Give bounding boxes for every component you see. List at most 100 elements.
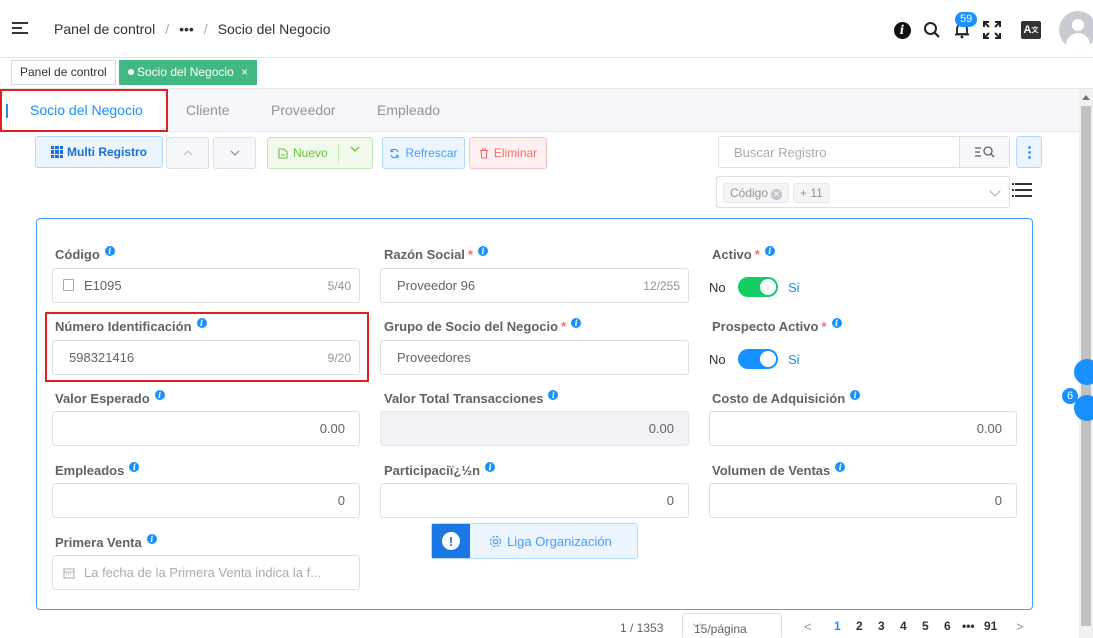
column-chip-more: + 11 (793, 183, 830, 203)
tab-cliente[interactable]: Cliente (186, 89, 230, 132)
grid-icon (51, 146, 63, 158)
costo-label: Costo de Adquisición i (712, 390, 861, 406)
primera-venta-field[interactable]: La fecha de la Primera Venta indica la f… (52, 555, 360, 590)
prospecto-off-label: No (709, 352, 726, 367)
codigo-field[interactable]: E1095 5/40 (52, 268, 360, 303)
refresh-icon (390, 148, 400, 158)
chip-close-icon[interactable]: ✕ (771, 189, 783, 200)
column-selector[interactable]: Código ✕ + 11 (716, 176, 1010, 208)
tag-panel-de-control[interactable]: Panel de control (11, 60, 116, 85)
page-1[interactable]: 1 (834, 619, 841, 633)
numero-identificacion-label: Número Identificación i (55, 318, 207, 334)
tag-socio-del-negocio[interactable]: Socio del Negocio × (119, 60, 258, 85)
empleados-label: Empleados i (55, 462, 140, 478)
scroll-up-icon[interactable] (1082, 95, 1090, 100)
info-icon: i (835, 462, 846, 472)
header-actions: i 59 A文 (883, 8, 1093, 52)
info-icon: i (104, 246, 115, 256)
pagination-total: 1 / 1353 (620, 621, 664, 635)
page-3[interactable]: 3 (878, 619, 885, 633)
empleados-field[interactable]: 0 (52, 483, 360, 518)
alert-icon: ! (432, 524, 470, 558)
document-icon (278, 147, 288, 159)
page-size-select[interactable]: 15/página (682, 613, 782, 638)
info-icon: i (850, 390, 861, 400)
char-count: 5/40 (327, 279, 351, 293)
notification-badge: 59 (955, 12, 978, 27)
razon-social-field[interactable]: Proveedor 96 12/255 (380, 268, 689, 303)
valor-esperado-field[interactable]: 0.00 (52, 411, 360, 446)
search-box (718, 136, 1010, 168)
top-header: Panel de control / ••• / Socio del Negoc… (0, 0, 1093, 58)
breadcrumb: Panel de control / ••• / Socio del Negoc… (54, 21, 331, 37)
tab-empleado[interactable]: Empleado (377, 89, 440, 132)
chevron-up-icon (183, 150, 192, 156)
numero-identificacion-field[interactable]: 598321416 9/20 (52, 340, 360, 375)
costo-field[interactable]: 0.00 (709, 411, 1017, 446)
info-icon: i (196, 318, 207, 328)
prospecto-toggle[interactable] (738, 349, 778, 369)
tab-socio-del-negocio[interactable]: Socio del Negocio (0, 89, 168, 132)
info-icon: i (831, 318, 842, 328)
search-input[interactable] (719, 137, 961, 167)
calendar-icon (63, 568, 75, 579)
refresh-button[interactable]: Refrescar (382, 137, 465, 169)
activo-toggle[interactable] (738, 277, 778, 297)
volumen-field[interactable]: 0 (709, 483, 1017, 518)
participacion-field[interactable]: 0 (380, 483, 689, 518)
delete-button[interactable]: Eliminar (469, 137, 547, 169)
info-icon: i (477, 246, 488, 256)
fullscreen-icon[interactable] (981, 19, 1003, 41)
previous-record-button[interactable] (166, 137, 209, 169)
breadcrumb-separator: / (203, 21, 208, 37)
pagination: 1 / 1353 15/página < 1 2 3 4 5 6 ••• 91 … (0, 613, 1079, 638)
info-icon[interactable]: i (891, 19, 913, 41)
breadcrumb-separator: / (165, 21, 170, 37)
prev-page-icon[interactable]: < (804, 619, 812, 634)
liga-organizacion-button[interactable]: ! Liga Organización (431, 523, 638, 559)
valor-total-label: Valor Total Transacciones i (384, 390, 559, 406)
breadcrumb-ellipsis[interactable]: ••• (179, 21, 194, 37)
page-6[interactable]: 6 (944, 619, 951, 633)
search-icon[interactable] (921, 19, 943, 41)
tab-proveedor[interactable]: Proveedor (271, 89, 336, 132)
module-tabs: Socio del Negocio Cliente Proveedor Empl… (0, 89, 1079, 132)
chevron-down-icon (230, 150, 239, 156)
page-ellipsis[interactable]: ••• (962, 619, 975, 633)
prospecto-label: Prospecto Activo * i (712, 318, 842, 334)
info-icon: i (548, 390, 559, 400)
list-view-icon[interactable] (1015, 183, 1032, 199)
new-button[interactable]: Nuevo (267, 137, 373, 169)
activo-on-label: Si (788, 280, 800, 295)
side-list-button[interactable] (1074, 359, 1093, 385)
avatar[interactable] (1059, 11, 1093, 49)
page-5[interactable]: 5 (922, 619, 929, 633)
next-page-icon[interactable]: > (1016, 619, 1024, 634)
info-icon: i (571, 318, 582, 328)
next-record-button[interactable] (213, 137, 256, 169)
more-options-button[interactable] (1016, 136, 1042, 168)
chevron-down-icon[interactable] (350, 146, 360, 152)
valor-esperado-label: Valor Esperado i (55, 390, 165, 406)
trash-icon (479, 147, 488, 159)
hamburger-menu-icon[interactable] (12, 22, 28, 36)
page-91[interactable]: 91 (984, 619, 997, 633)
close-icon[interactable]: × (241, 65, 248, 79)
valor-total-field: 0.00 (380, 411, 689, 446)
page-4[interactable]: 4 (900, 619, 907, 633)
activo-label: Activo * i (712, 246, 775, 262)
language-icon[interactable]: A文 (1021, 21, 1041, 39)
page-2[interactable]: 2 (856, 619, 863, 633)
search-button[interactable] (959, 137, 1009, 167)
activo-off-label: No (709, 280, 726, 295)
primera-venta-label: Primera Venta i (55, 534, 157, 550)
side-badge: 6 (1062, 388, 1078, 404)
grupo-field[interactable]: Proveedores (380, 340, 689, 375)
active-dot-icon (128, 68, 134, 75)
multi-registro-button[interactable]: Multi Registro (35, 136, 163, 168)
grupo-label: Grupo de Socio del Negocio * i (384, 318, 582, 334)
breadcrumb-home[interactable]: Panel de control (54, 21, 155, 37)
volumen-label: Volumen de Ventas i (712, 462, 846, 478)
bell-icon[interactable]: 59 (951, 12, 978, 41)
codigo-label: Código i (55, 246, 115, 262)
